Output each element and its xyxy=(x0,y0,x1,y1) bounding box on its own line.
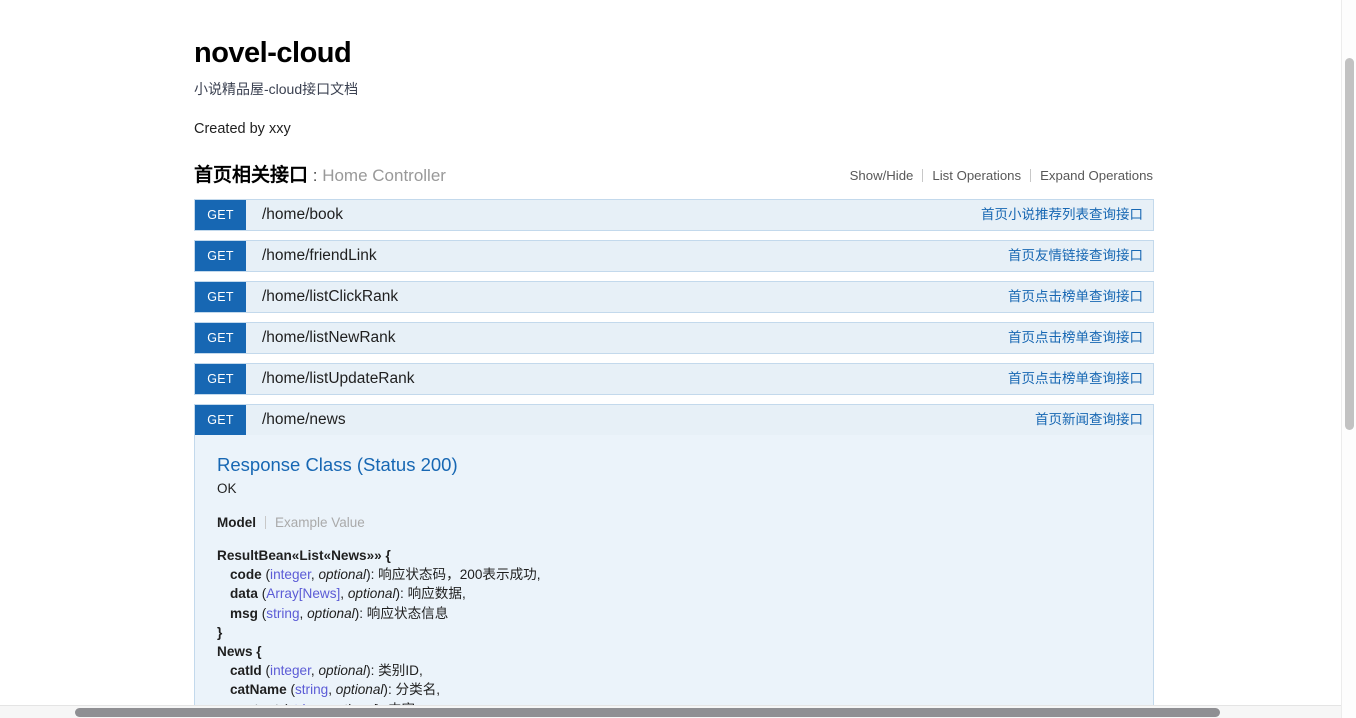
open-brace: { xyxy=(256,644,262,660)
endpoint-path[interactable]: /home/news xyxy=(262,405,346,435)
endpoint-description[interactable]: 首页点击榜单查询接口 xyxy=(1008,364,1143,394)
http-method-badge: GET xyxy=(195,282,246,312)
tab-model[interactable]: Model xyxy=(217,515,265,530)
property-optional: optional xyxy=(318,663,367,679)
property-name: msg xyxy=(230,605,258,621)
response-status-text: OK xyxy=(217,481,237,496)
property-description: 响应状态码，200表示成功 xyxy=(378,567,537,583)
property-description: 响应数据 xyxy=(407,586,462,602)
property-optional: optional xyxy=(307,605,355,621)
close-brace: } xyxy=(217,624,223,640)
endpoint-path[interactable]: /home/listNewRank xyxy=(262,323,396,353)
model-property: catId (integer, optional): 类别ID, xyxy=(230,663,423,679)
http-method-badge: GET xyxy=(195,200,246,230)
model-tabs: Model Example Value xyxy=(217,499,1131,532)
endpoint-description[interactable]: 首页新闻查询接口 xyxy=(1035,405,1143,435)
property-type: Array[News] xyxy=(266,586,341,602)
property-type: integer xyxy=(270,567,311,583)
tab-example-value[interactable]: Example Value xyxy=(266,515,365,530)
property-name: catName xyxy=(230,682,287,698)
property-type: string xyxy=(294,682,329,698)
response-class-title: Response Class (Status 200) xyxy=(217,454,458,475)
property-optional: optional xyxy=(335,682,384,698)
property-comma: , xyxy=(418,663,423,679)
property-name: code xyxy=(230,567,262,583)
model-close-line: } xyxy=(217,623,1131,642)
show-hide-link[interactable]: Show/Hide xyxy=(850,168,923,183)
page-title: novel-cloud xyxy=(194,37,352,69)
resource-options: Show/Hide List Operations Expand Operation… xyxy=(850,167,1153,185)
property-name: data xyxy=(230,586,258,602)
vertical-scrollbar[interactable] xyxy=(1341,0,1356,718)
resource-header: 首页相关接口 : Home Controller Show/Hide List O… xyxy=(194,164,1154,190)
http-method-badge: GET xyxy=(195,405,246,435)
operation-detail-panel: Response Class (Status 200) OK Model Exam… xyxy=(194,435,1154,718)
model-open-line: ResultBean«List«News»» { xyxy=(217,546,1131,565)
swagger-content: novel-cloud 小说精品屋-cloud接口文档 Created by x… xyxy=(194,0,1154,718)
horizontal-scrollbar-thumb[interactable] xyxy=(75,708,1220,717)
model-property: catName (string, optional): 分类名, xyxy=(230,682,441,698)
property-comma: , xyxy=(536,567,541,583)
endpoint-path[interactable]: /home/book xyxy=(262,200,343,230)
model-property: code (integer, optional): 响应状态码，200表示成功, xyxy=(230,567,541,583)
model-name: News xyxy=(217,644,253,660)
property-comma: , xyxy=(436,682,441,698)
endpoint-description[interactable]: 首页点击榜单查询接口 xyxy=(1008,323,1143,353)
property-description: 响应状态信息 xyxy=(366,605,449,621)
model-schema: ResultBean«List«News»» { code (integer, … xyxy=(217,532,1131,718)
resource-title-en: Home Controller xyxy=(322,166,446,185)
endpoint-row[interactable]: GET /home/book 首页小说推荐列表查询接口 xyxy=(194,199,1154,231)
model-property: msg (string, optional): 响应状态信息 xyxy=(230,605,449,621)
endpoint-path[interactable]: /home/listClickRank xyxy=(262,282,398,312)
http-method-badge: GET xyxy=(195,364,246,394)
swagger-page: novel-cloud 小说精品屋-cloud接口文档 Created by x… xyxy=(0,0,1356,718)
endpoint-description[interactable]: 首页友情链接查询接口 xyxy=(1008,241,1143,271)
endpoint-path[interactable]: /home/listUpdateRank xyxy=(262,364,415,394)
model-property: data (Array[News], optional): 响应数据, xyxy=(230,586,466,602)
model-name: ResultBean«List«News»» xyxy=(217,548,382,563)
resource-title: 首页相关接口 : Home Controller xyxy=(194,164,446,188)
property-description: 分类名 xyxy=(395,682,437,698)
endpoint-row[interactable]: GET /home/friendLink 首页友情链接查询接口 xyxy=(194,240,1154,272)
property-description: 类别ID xyxy=(378,663,419,679)
list-operations-link[interactable]: List Operations xyxy=(923,168,1030,183)
endpoint-row[interactable]: GET /home/listNewRank 首页点击榜单查询接口 xyxy=(194,322,1154,354)
property-comma: , xyxy=(461,586,466,602)
page-subtitle: 小说精品屋-cloud接口文档 xyxy=(194,81,359,97)
endpoint-row-expanded[interactable]: GET /home/news 首页新闻查询接口 xyxy=(194,404,1154,435)
property-optional: optional xyxy=(347,586,396,602)
endpoint-row[interactable]: GET /home/listClickRank 首页点击榜单查询接口 xyxy=(194,281,1154,313)
endpoint-description[interactable]: 首页点击榜单查询接口 xyxy=(1008,282,1143,312)
endpoint-path[interactable]: /home/friendLink xyxy=(262,241,377,271)
property-type: integer xyxy=(270,663,311,679)
property-name: catId xyxy=(230,663,262,679)
endpoint-row[interactable]: GET /home/listUpdateRank 首页点击榜单查询接口 xyxy=(194,363,1154,395)
horizontal-scrollbar[interactable] xyxy=(0,705,1341,718)
created-by-text: Created by xxy xyxy=(194,121,291,137)
property-type: string xyxy=(266,605,300,621)
http-method-badge: GET xyxy=(195,241,246,271)
model-open-line: News { xyxy=(217,642,1131,661)
vertical-scrollbar-thumb[interactable] xyxy=(1345,58,1354,430)
expand-operations-link[interactable]: Expand Operations xyxy=(1031,168,1153,183)
property-optional: optional xyxy=(318,567,367,583)
open-brace: { xyxy=(385,548,391,563)
resource-title-separator: : xyxy=(308,166,323,185)
resource-title-cn: 首页相关接口 xyxy=(194,165,309,186)
http-method-badge: GET xyxy=(195,323,246,353)
endpoint-description[interactable]: 首页小说推荐列表查询接口 xyxy=(981,200,1143,230)
